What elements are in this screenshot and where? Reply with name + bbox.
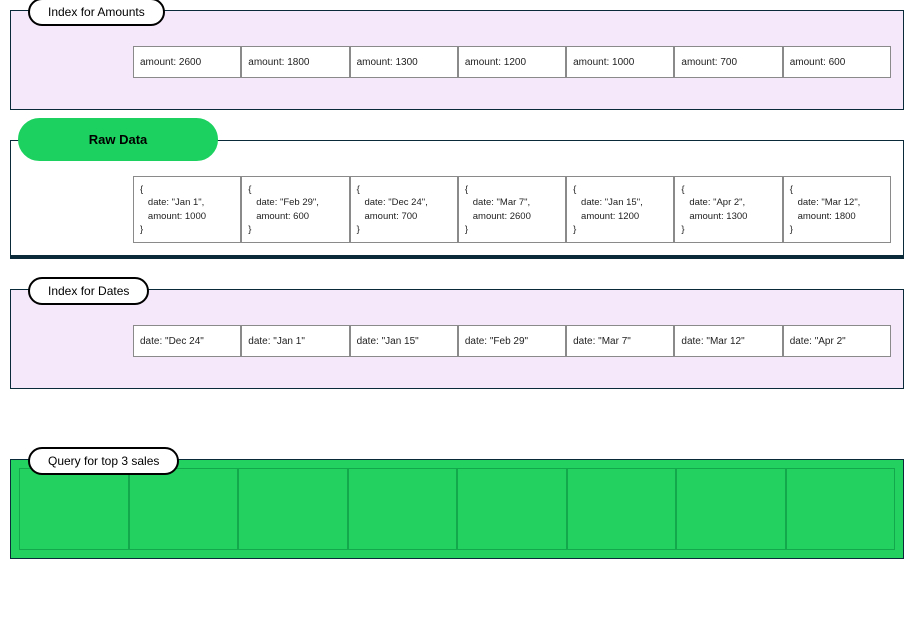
record-cell: { date: "Mar 12", amount: 1800 } (783, 176, 891, 243)
date-cell: date: "Dec 24" (133, 325, 241, 357)
amount-cell: amount: 600 (783, 46, 891, 78)
date-cell: date: "Apr 2" (783, 325, 891, 357)
query-cell (676, 468, 786, 550)
query-label: Query for top 3 sales (28, 447, 179, 475)
record-cell: { date: "Jan 1", amount: 1000 } (133, 176, 241, 243)
index-amounts-panel: Index for Amounts amount: 2600 amount: 1… (10, 10, 904, 110)
index-dates-label: Index for Dates (28, 277, 149, 305)
amount-cell: amount: 700 (674, 46, 782, 78)
index-dates-panel: Index for Dates date: "Dec 24" date: "Ja… (10, 289, 904, 389)
query-cell (19, 468, 129, 550)
date-cell: date: "Jan 15" (350, 325, 458, 357)
raw-data-label: Raw Data (18, 118, 218, 161)
amount-cell: amount: 1300 (350, 46, 458, 78)
raw-data-cells: { date: "Jan 1", amount: 1000 } { date: … (133, 176, 891, 243)
query-cell (567, 468, 677, 550)
amount-cell: amount: 1800 (241, 46, 349, 78)
amount-cell: amount: 1200 (458, 46, 566, 78)
date-cell: date: "Jan 1" (241, 325, 349, 357)
index-dates-body: date: "Dec 24" date: "Jan 1" date: "Jan … (10, 289, 904, 389)
record-cell: { date: "Mar 7", amount: 2600 } (458, 176, 566, 243)
date-cell: date: "Feb 29" (458, 325, 566, 357)
record-cell: { date: "Dec 24", amount: 700 } (350, 176, 458, 243)
raw-data-panel: Raw Data { date: "Jan 1", amount: 1000 }… (10, 140, 904, 259)
query-cell (348, 468, 458, 550)
query-cells (19, 468, 895, 550)
amount-cell: amount: 1000 (566, 46, 674, 78)
record-cell: { date: "Jan 15", amount: 1200 } (566, 176, 674, 243)
query-cell (238, 468, 348, 550)
index-amounts-cells: amount: 2600 amount: 1800 amount: 1300 a… (133, 46, 891, 78)
amount-cell: amount: 2600 (133, 46, 241, 78)
record-cell: { date: "Feb 29", amount: 600 } (241, 176, 349, 243)
date-cell: date: "Mar 7" (566, 325, 674, 357)
date-cell: date: "Mar 12" (674, 325, 782, 357)
query-cell (129, 468, 239, 550)
query-cell (786, 468, 896, 550)
query-panel: Query for top 3 sales (10, 459, 904, 559)
index-amounts-label: Index for Amounts (28, 0, 165, 26)
query-cell (457, 468, 567, 550)
index-dates-cells: date: "Dec 24" date: "Jan 1" date: "Jan … (133, 325, 891, 357)
record-cell: { date: "Apr 2", amount: 1300 } (674, 176, 782, 243)
